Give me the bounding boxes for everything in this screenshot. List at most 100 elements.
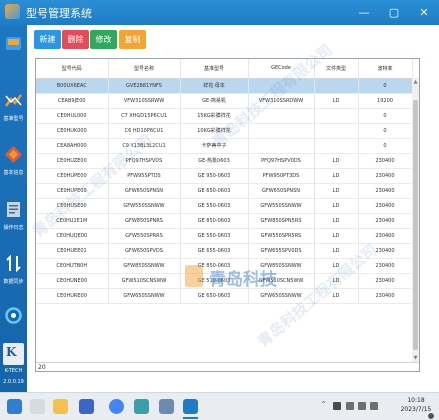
- table-cell: [248, 123, 315, 139]
- active-app-indicator: [183, 417, 198, 419]
- table-row[interactable]: CE0HUPE00 PFW95SPTDS GE 950-0603 PFW950PT3D…: [36, 168, 419, 184]
- table-row[interactable]: CE0HUNE00 GFW510SCNSWW GE 510-0603 GFW510SC…: [36, 273, 419, 289]
- maximize-button[interactable]: ▢: [379, 0, 409, 25]
- table-cell: LD: [314, 198, 359, 214]
- table-row[interactable]: CE0HUL000 C7 XHGD15P6CU1 15KG彩膜祥花 0: [36, 108, 419, 124]
- scrollbar-thumb[interactable]: [413, 100, 418, 350]
- table-cell: GFW550SPR5RS: [248, 228, 315, 244]
- table-cell: CE0HUPE00: [36, 168, 109, 184]
- copy-button[interactable]: 复制: [119, 30, 146, 49]
- close-button[interactable]: ✕: [409, 0, 439, 25]
- column-header-gecode[interactable]: GECode: [248, 59, 315, 79]
- modify-button[interactable]: 修改: [90, 30, 117, 49]
- table-cell: [248, 78, 315, 94]
- media-app-icon[interactable]: [134, 399, 149, 414]
- table-cell: GE 650-0603: [180, 288, 249, 304]
- table-row[interactable]: CE0HURE00 GFW650SSNWW GE 650-0603 GFW650SSN…: [36, 288, 419, 304]
- diamond-icon: [5, 146, 22, 163]
- tray-chevron-icon[interactable]: ^: [321, 401, 326, 408]
- window-title: 型号管理系统: [26, 7, 92, 20]
- table-cell: CE0HURE00: [36, 288, 109, 304]
- table-cell: GE 850-0603: [180, 258, 249, 274]
- table-cell: GFW650SPNSN: [248, 183, 315, 199]
- table-row[interactable]: CE0HUSE00 GFW550SSNWW GE 550-0603 GFW550SSN…: [36, 198, 419, 214]
- table-cell: GFW650SSNWW: [108, 288, 181, 304]
- notification-icon[interactable]: [428, 413, 434, 419]
- network-icon[interactable]: [346, 402, 354, 410]
- clock-time[interactable]: 10:18: [396, 397, 436, 404]
- active-app-icon[interactable]: [183, 399, 198, 414]
- volume-icon[interactable]: [358, 402, 366, 410]
- table-cell: LD: [314, 273, 359, 289]
- sidebar-item-label: 基准型号: [3, 116, 24, 122]
- file-explorer-icon[interactable]: [53, 399, 68, 414]
- sync-arrows-icon: [6, 254, 21, 273]
- table-cell: 卡萨蒂中子: [180, 138, 249, 154]
- app-icon[interactable]: [79, 399, 94, 414]
- table-row[interactable]: CE0HUK000 C6 HD10P6CU1 10KG彩膜祥花 0: [36, 123, 419, 139]
- sidebar-item-basic-info[interactable]: 基本信息: [0, 140, 27, 184]
- table-row[interactable]: B00UX6EAC GVE2881YNFS 祥花·母本 0: [36, 78, 419, 94]
- battery-icon[interactable]: [370, 402, 378, 410]
- table-row[interactable]: CEAB9JE00 VFW310SSRWW GE-简易机 VFW310SSRDWW LD…: [36, 93, 419, 109]
- table-cell: GFW850SPN5RS: [248, 213, 315, 229]
- column-header-base-model[interactable]: 基准型号: [180, 59, 249, 79]
- start-menu-icon[interactable]: [7, 399, 22, 414]
- table-row[interactable]: CE0HUEE01 GFW650SPVDS GE 655-0603 GFW655SPV…: [36, 243, 419, 259]
- version-label: 2.0.0.19: [3, 379, 24, 385]
- scroll-up-icon[interactable]: ▲: [412, 78, 419, 86]
- table-cell: GFW550SSNWW: [108, 198, 181, 214]
- browser-icon[interactable]: [109, 399, 124, 414]
- table-cell: CE0HUTB0H: [36, 258, 109, 274]
- scroll-down-icon[interactable]: ▼: [412, 354, 419, 362]
- clock-date[interactable]: 2023/7/15: [396, 406, 436, 413]
- column-header-baud-rate[interactable]: 波特率: [358, 59, 413, 79]
- table-cell: GFW510SCN5WW: [248, 273, 315, 289]
- table-cell: GFW650SPVDS: [108, 243, 181, 259]
- column-header-model-code[interactable]: 型号代码: [36, 59, 109, 79]
- table-row[interactable]: CE0HUTB0H GFW850SSNWW GE 850-0603 GFW850SSN…: [36, 258, 419, 274]
- table-cell: 230400: [358, 183, 413, 199]
- column-header-model-name[interactable]: 型号名称: [108, 59, 181, 79]
- table-cell: CE0HUSE00: [36, 198, 109, 214]
- sidebar-item-label: 数据同步: [3, 279, 24, 285]
- minimize-button[interactable]: —: [349, 0, 379, 25]
- sidebar-item-device[interactable]: [0, 29, 27, 73]
- table-cell: CEA8AH000: [36, 138, 109, 154]
- table-cell: GFW510SCNSWW: [108, 273, 181, 289]
- table-cell: CE0HUZE00: [36, 153, 109, 169]
- tool-app-icon[interactable]: [159, 399, 174, 414]
- table-cell: 0: [358, 78, 413, 94]
- sidebar-item-refresh[interactable]: [0, 301, 27, 345]
- table-row[interactable]: CE0HUQE00 GFW550SPRRS GE 550-0603 GFW550SPR…: [36, 228, 419, 244]
- table-row[interactable]: CEA8AH000 C9 Y13BL3L2CU1 卡萨蒂中子 0: [36, 138, 419, 154]
- column-header-file-type[interactable]: 文件类型: [314, 59, 359, 79]
- task-view-icon[interactable]: [30, 399, 45, 414]
- new-button[interactable]: 新建: [34, 30, 61, 49]
- sidebar-item-operation-log[interactable]: 操作日志: [0, 195, 27, 239]
- table-cell: GE 950-0603: [180, 168, 249, 184]
- input-method-icon[interactable]: [333, 402, 341, 410]
- circle-refresh-icon: [5, 307, 22, 324]
- table-row[interactable]: CE0HUZE00 PFQ97HSPVDS GE-热泵0603 PFQ97HSPV0D…: [36, 153, 419, 169]
- table-cell: GFW550SSNWW: [248, 198, 315, 214]
- vertical-scrollbar[interactable]: ▲ ▼: [412, 78, 419, 362]
- table-row[interactable]: CE0HU2E1M GFW850SPNRS GE 850-0603 GFW850SPN…: [36, 213, 419, 229]
- table-row[interactable]: CE0HUPE00 GFW650SPNSN GE 650-0603 GFW650SPN…: [36, 183, 419, 199]
- table-cell: GE 550-0603: [180, 228, 249, 244]
- table-cell: CE0HUQE00: [36, 228, 109, 244]
- delete-button[interactable]: 删除: [62, 30, 89, 49]
- sidebar-item-base-model[interactable]: 基准型号: [0, 86, 27, 130]
- table-cell: LD: [314, 93, 359, 109]
- sidebar-item-data-sync[interactable]: 数据同步: [0, 249, 27, 293]
- table-cell: 0: [358, 123, 413, 139]
- table-cell: GE 510-0603: [180, 273, 249, 289]
- company-logo-caption: K-TECH: [4, 368, 23, 374]
- table-cell: CEAB9JE00: [36, 93, 109, 109]
- table-cell: LD: [314, 258, 359, 274]
- table-cell: PFQ97HSPV0DS: [248, 153, 315, 169]
- table-cell: [248, 108, 315, 124]
- table-cell: 15KG彩膜祥花: [180, 108, 249, 124]
- record-count: 20: [36, 362, 419, 371]
- header-spacer: [412, 59, 419, 79]
